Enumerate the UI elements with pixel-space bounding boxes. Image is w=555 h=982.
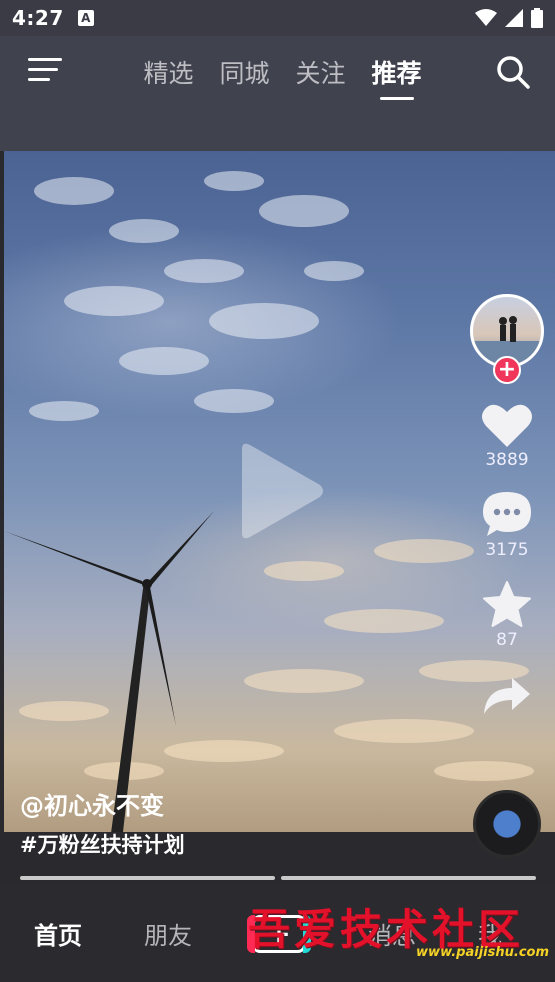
star-icon[interactable]	[482, 580, 532, 628]
wifi-icon	[475, 9, 497, 26]
share-icon[interactable]	[482, 676, 532, 716]
nav-friends[interactable]: 朋友	[144, 916, 192, 951]
status-bar: 4:27 A	[0, 0, 555, 36]
avatar-couple-image	[473, 316, 541, 365]
share-action[interactable]	[482, 676, 532, 716]
nav-home[interactable]: 首页	[34, 916, 82, 951]
author-name[interactable]: @初心永不变	[20, 786, 185, 821]
top-navigation: 精选 同城 关注 推荐	[0, 36, 555, 151]
progress-segment	[281, 876, 536, 880]
plus-icon: +	[267, 916, 291, 950]
status-time: 4:27	[12, 6, 64, 30]
status-icons	[475, 8, 543, 28]
author-avatar-container: +	[470, 294, 544, 384]
topic-hashtag[interactable]: #万粉丝扶持计划	[20, 829, 185, 859]
wind-turbine-image	[4, 511, 214, 832]
comment-action[interactable]: 3175	[481, 490, 533, 560]
music-disc-icon[interactable]	[473, 790, 541, 858]
nav-messages[interactable]: 消息	[368, 916, 416, 951]
action-rail: + 3889 3175 87	[469, 294, 545, 716]
search-icon[interactable]	[495, 54, 531, 90]
progress-segment	[20, 876, 275, 880]
play-icon[interactable]	[236, 441, 326, 541]
favorite-action[interactable]: 87	[482, 580, 532, 650]
tab-nearby[interactable]: 同城	[219, 54, 269, 90]
nav-me[interactable]: 我	[478, 916, 502, 951]
follow-button[interactable]: +	[493, 356, 521, 384]
favorite-count: 87	[496, 630, 518, 650]
tab-recommended[interactable]: 推荐	[372, 54, 422, 100]
signal-icon	[505, 9, 523, 27]
comment-icon[interactable]	[481, 490, 533, 538]
tab-following[interactable]: 关注	[296, 54, 346, 90]
like-action[interactable]: 3889	[481, 402, 533, 470]
bottom-navigation: 首页 朋友 + 消息 我	[0, 885, 555, 982]
heart-icon[interactable]	[481, 402, 533, 448]
like-count: 3889	[485, 450, 529, 470]
feed-tabs: 精选 同城 关注 推荐	[0, 54, 555, 100]
battery-icon	[531, 8, 543, 28]
video-progress	[20, 876, 536, 880]
notification-a-icon: A	[77, 10, 94, 26]
create-button[interactable]: +	[247, 914, 311, 953]
comment-count: 3175	[485, 540, 529, 560]
tab-featured[interactable]: 精选	[143, 54, 193, 90]
video-caption: @初心永不变 #万粉丝扶持计划	[20, 786, 185, 859]
